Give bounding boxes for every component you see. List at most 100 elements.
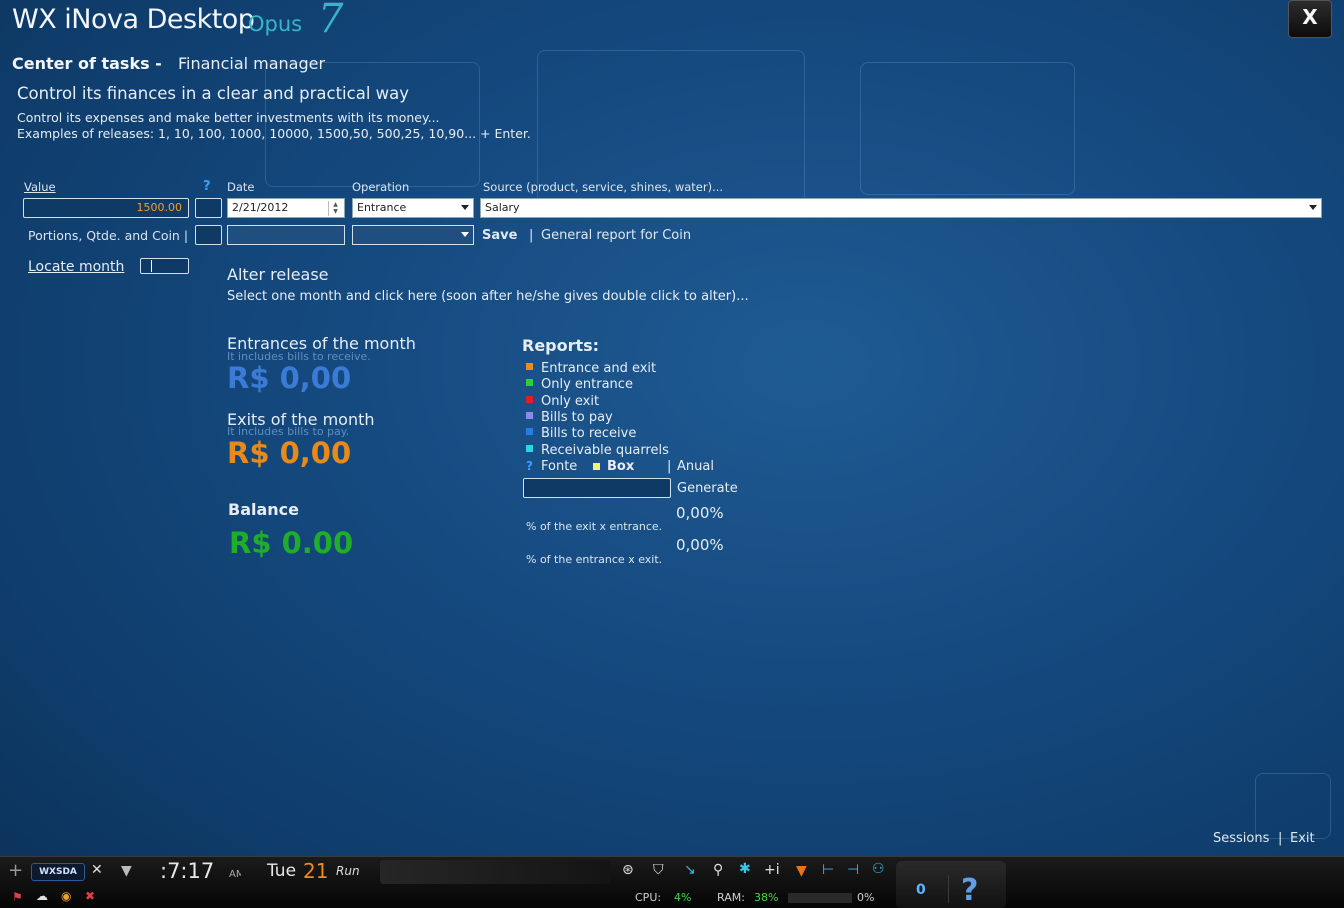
search-icon[interactable]: ⚲	[713, 862, 723, 878]
separator: |	[667, 459, 672, 474]
clock-ampm: AM	[229, 869, 241, 880]
operation-select[interactable]: Entrance	[352, 198, 474, 218]
report-item-label: Only entrance	[541, 377, 633, 393]
asterisk-icon[interactable]: ✱	[739, 861, 751, 877]
shield-icon[interactable]: ⛉	[653, 862, 664, 878]
clock-date: 21	[303, 859, 329, 883]
report-item[interactable]: Entrance and exit	[526, 361, 656, 376]
timeline-icon[interactable]: ⊣	[847, 862, 859, 878]
balance-value: R$ 0.00	[229, 526, 354, 560]
alter-release-title[interactable]: Alter release	[227, 265, 329, 284]
report-color-swatch	[526, 428, 533, 436]
report-input[interactable]	[523, 478, 671, 498]
app-version-number: 7	[318, 0, 344, 42]
notification-counter[interactable]: 0	[916, 882, 926, 898]
network-icon[interactable]: ☁	[36, 889, 48, 903]
save-button[interactable]: Save	[482, 228, 517, 243]
breadcrumb-page: Financial manager	[178, 54, 326, 73]
date-picker[interactable]: 2/21/2012 ▲ ▼	[227, 198, 345, 218]
background-calendar-widget	[860, 62, 1075, 195]
report-item[interactable]: Only exit	[526, 394, 599, 409]
divider	[948, 875, 949, 903]
report-item[interactable]: Bills to pay	[526, 410, 613, 425]
source-value: Salary	[485, 201, 520, 214]
report-color-swatch	[526, 444, 533, 452]
app-error-icon[interactable]: ✖	[85, 889, 95, 903]
entrance-exit-label: % of the entrance x exit.	[526, 553, 663, 566]
flag-icon[interactable]: ⚑	[12, 890, 23, 904]
run-command-field[interactable]	[380, 860, 610, 884]
report-item-label: Only exit	[541, 393, 600, 409]
operation-label: Operation	[352, 180, 410, 194]
quantity-input[interactable]	[227, 225, 345, 245]
page-examples: Examples of releases: 1, 10, 100, 1000, …	[17, 126, 531, 141]
help-button[interactable]: ?	[961, 873, 978, 908]
exit-entrance-percent: 0,00%	[676, 504, 724, 522]
brand-button[interactable]: WXSDA	[31, 863, 85, 881]
triangle-down-icon[interactable]: ▼	[121, 863, 132, 879]
report-item[interactable]: Only entrance	[526, 377, 633, 392]
report-item[interactable]: Bills to receive	[526, 426, 636, 441]
users-icon[interactable]: ⚇	[872, 861, 885, 877]
cpu-value: 4%	[674, 891, 692, 904]
ram-label: RAM:	[717, 891, 745, 904]
app-title: WX iNova Desktop	[12, 4, 255, 35]
general-report-coin-link[interactable]: General report for Coin	[541, 228, 691, 243]
taskbar: + WXSDA ✕ ▼ :7:17 AM Tue 21 Run ⊛ ⛉ ↘ ⚲ …	[0, 856, 1344, 908]
page-description: Control its expenses and make better inv…	[17, 110, 440, 125]
disk-usage-value: 0%	[857, 891, 875, 904]
split-icon[interactable]: ⊢	[822, 862, 834, 878]
text-cursor	[151, 260, 152, 272]
exit-entrance-label: % of the exit x entrance.	[526, 520, 663, 533]
breadcrumb-section: Center of tasks -	[12, 54, 162, 73]
sessions-link[interactable]: Sessions	[1213, 831, 1269, 846]
chevron-down-icon	[461, 232, 469, 237]
portions-input[interactable]	[195, 225, 222, 245]
page-tagline: Control its finances in a clear and prac…	[17, 84, 410, 103]
browser-icon[interactable]: ◉	[61, 889, 71, 903]
clock-time: :7:17	[160, 859, 215, 883]
notification-panel: 0 ?	[896, 861, 1006, 908]
clock-day: Tue	[267, 861, 297, 881]
source-select[interactable]: Salary	[480, 198, 1322, 218]
fonte-help-icon[interactable]: ?	[526, 459, 533, 473]
alter-release-hint[interactable]: Select one month and click here (soon af…	[227, 289, 749, 304]
balance-title: Balance	[228, 500, 299, 519]
box-option[interactable]: Box	[607, 459, 634, 474]
value-label: Value	[24, 180, 56, 194]
locate-month-input[interactable]	[140, 258, 189, 274]
value-aux-input[interactable]	[195, 198, 222, 218]
add-info-icon[interactable]: +i	[764, 862, 780, 878]
generate-button[interactable]: Generate	[677, 481, 738, 496]
anual-option[interactable]: Anual	[677, 459, 714, 474]
power-icon[interactable]: ⊛	[622, 862, 634, 878]
date-spinner-icon[interactable]: ▲ ▼	[328, 201, 342, 216]
coin-select[interactable]	[352, 225, 474, 245]
date-value: 2/21/2012	[232, 201, 289, 214]
report-item-label: Bills to pay	[541, 409, 613, 425]
entrances-value: R$ 0,00	[227, 361, 352, 395]
add-icon[interactable]: +	[8, 860, 23, 881]
exits-value: R$ 0,00	[227, 436, 352, 470]
locate-month-label: Locate month	[28, 259, 125, 275]
value-input[interactable]: 1500.00	[23, 198, 189, 218]
report-item-label: Receivable quarrels	[541, 442, 669, 458]
background-tile-grid	[1255, 773, 1331, 839]
help-icon[interactable]: ?	[203, 179, 211, 194]
separator: |	[529, 228, 534, 243]
tools-icon[interactable]: ↘	[684, 862, 696, 878]
operation-value: Entrance	[357, 201, 407, 214]
reports-title: Reports:	[522, 336, 600, 355]
date-label: Date	[227, 180, 255, 194]
close-button[interactable]: X	[1288, 0, 1332, 38]
report-color-swatch	[526, 379, 533, 387]
close-icon[interactable]: ✕	[91, 862, 103, 878]
orange-triangle-icon[interactable]: ▼	[796, 863, 807, 879]
report-item-label: Bills to receive	[541, 426, 637, 442]
fonte-option[interactable]: Fonte	[541, 459, 577, 474]
exit-link[interactable]: Exit	[1290, 831, 1315, 846]
portions-label: Portions, Qtde. and Coin |	[28, 228, 189, 243]
run-button[interactable]: Run	[336, 864, 360, 878]
box-color-swatch	[593, 463, 600, 470]
report-item[interactable]: Receivable quarrels	[526, 443, 669, 458]
